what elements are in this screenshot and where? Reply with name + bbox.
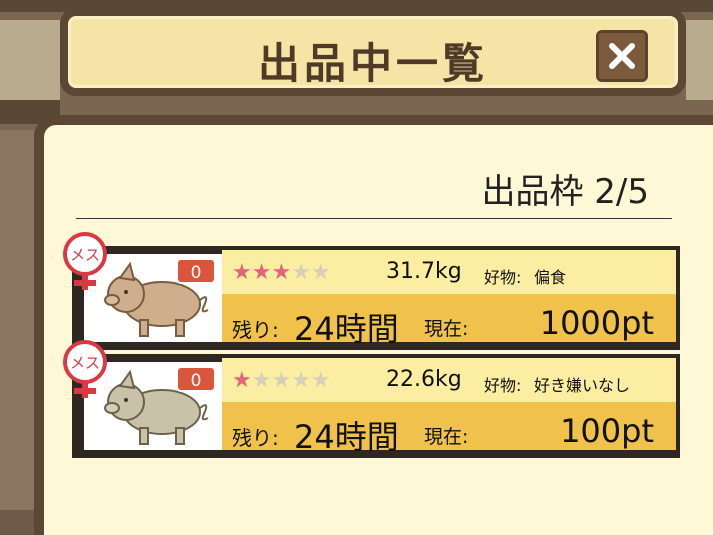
listing-card[interactable]: 0 ★★★★★ 22.6kg 好物: 好き嫌いなし 残り: 24時間 現在: 1… [63,340,680,458]
female-icon: メス [62,340,108,402]
preference-label: 好物: [484,268,522,287]
star-empty-icon: ★ [251,368,272,393]
close-icon [609,43,635,69]
current-price-label: 現在: [424,318,469,340]
listing-card[interactable]: 0 ★★★★★ 31.7kg 好物: 偏食 残り: 24時間 現在: 1000p… [63,232,680,350]
star-empty-icon: ★ [291,368,311,393]
star-filled-icon: ★ [232,260,252,285]
female-icon: メス [62,232,108,294]
wall-plaster [0,20,60,100]
star-empty-icon: ★ [271,368,292,393]
star-empty-icon: ★ [310,368,331,393]
bid-count-badge: 0 [176,366,216,392]
star-filled-icon: ★ [232,368,252,393]
title-bar: 出品中一覧 [60,8,686,96]
wall-plaster [0,130,34,510]
rating-stars: ★★★★★ [232,368,331,393]
sex-label: メス [70,246,100,264]
sex-label: メス [70,354,100,372]
preference-value: 好き嫌いなし [534,376,631,395]
close-button[interactable] [596,30,648,82]
star-filled-icon: ★ [271,260,292,285]
star-empty-icon: ★ [310,260,331,285]
bid-count-badge: 0 [176,258,216,284]
remaining-label: 残り: [232,426,279,450]
pig-weight: 31.7kg [386,259,462,284]
rating-stars: ★★★★★ [232,260,331,285]
remaining-time: 24時間 [294,310,399,348]
remaining-time: 24時間 [294,418,399,456]
wall-plaster [686,20,713,100]
remaining-label: 残り: [232,318,279,342]
page-title: 出品中一覧 [257,39,488,88]
pig-weight: 22.6kg [386,367,462,392]
listing-slot-count: 出品枠 2/5 [481,172,649,212]
star-empty-icon: ★ [291,260,311,285]
current-price-label: 現在: [424,426,469,448]
star-filled-icon: ★ [251,260,272,285]
preference-value: 偏食 [534,268,567,287]
divider [76,218,672,219]
preference-label: 好物: [484,376,522,395]
current-price: 1000pt [539,304,654,342]
current-price: 100pt [560,412,654,450]
